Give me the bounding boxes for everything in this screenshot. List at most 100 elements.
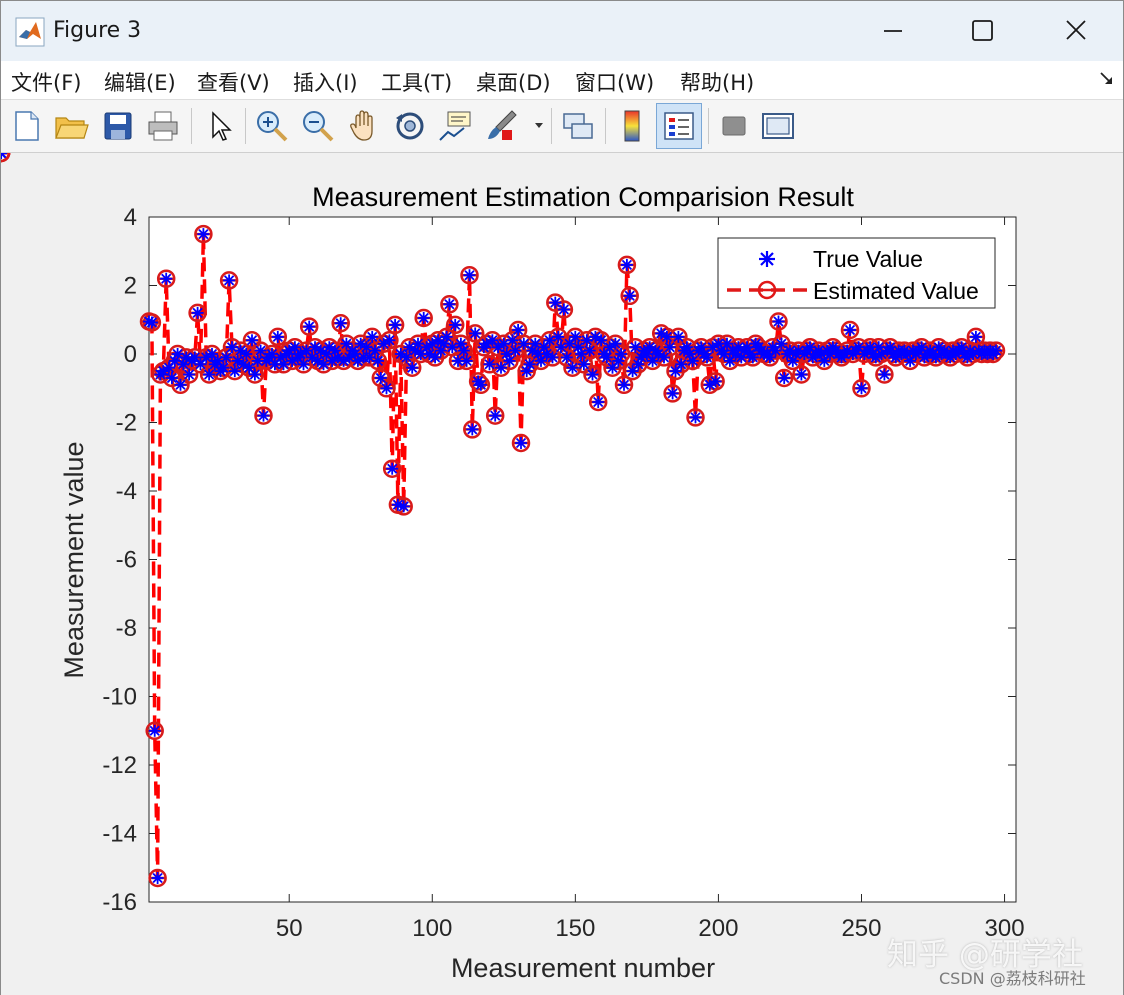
true-point xyxy=(483,358,496,371)
true-point xyxy=(552,330,565,343)
true-point xyxy=(440,330,453,343)
toolbar-separator xyxy=(191,108,192,144)
true-point xyxy=(197,228,210,241)
menu-help[interactable]: 帮助(H) xyxy=(680,67,754,97)
true-point xyxy=(592,396,605,408)
true-point xyxy=(389,318,402,331)
true-point xyxy=(512,324,525,336)
true-point xyxy=(380,382,393,395)
true-point xyxy=(228,365,241,378)
true-point xyxy=(217,361,230,374)
menu-edit[interactable]: 编辑(E) xyxy=(104,67,176,97)
true-point xyxy=(878,368,891,381)
link-plot-icon[interactable] xyxy=(558,106,598,146)
true-point xyxy=(523,358,536,371)
true-point xyxy=(366,330,379,343)
true-point xyxy=(675,358,688,371)
true-point xyxy=(386,462,399,475)
maximize-icon xyxy=(972,20,993,41)
save-icon[interactable] xyxy=(98,106,138,146)
close-button[interactable] xyxy=(1031,1,1123,61)
y-tick-label: -2 xyxy=(116,410,137,437)
true-point xyxy=(495,361,507,374)
true-point xyxy=(509,344,522,357)
menu-view[interactable]: 查看(V) xyxy=(197,67,270,97)
zoom-out-icon[interactable] xyxy=(298,106,338,146)
true-point xyxy=(506,334,519,347)
true-point xyxy=(257,409,270,422)
new-figure-icon[interactable] xyxy=(7,106,47,146)
true-point xyxy=(775,337,788,350)
true-point xyxy=(569,330,582,343)
x-tick-label: 100 xyxy=(412,915,452,942)
open-file-icon[interactable] xyxy=(51,106,91,146)
true-point xyxy=(406,361,419,374)
x-tick-label: 150 xyxy=(555,915,595,942)
maximize-button[interactable] xyxy=(939,1,1031,61)
toolbar-separator xyxy=(245,108,246,144)
chart[interactable]: 420-2-4-6-8-10-12-14-1650 100 150 200 250 300… xyxy=(1,153,1123,995)
zoom-in-icon[interactable] xyxy=(252,106,292,146)
true-point xyxy=(369,344,381,357)
menu-file[interactable]: 文件(F) xyxy=(11,67,81,97)
true-point xyxy=(160,272,173,285)
true-point xyxy=(145,316,158,329)
legend[interactable]: True Value Estimated Value xyxy=(717,237,996,309)
true-point xyxy=(334,317,347,330)
figure-window: Figure 3 文件(F) 编辑(E) 查看(V) 插入(I) 工具(T) 桌… xyxy=(0,0,1124,995)
true-point xyxy=(374,372,387,384)
title-bar[interactable]: Figure 3 xyxy=(1,1,1123,61)
true-point xyxy=(220,351,233,364)
true-point xyxy=(689,411,702,424)
select-arrow-icon[interactable] xyxy=(200,106,240,146)
pan-hand-icon[interactable] xyxy=(344,106,384,146)
brush-dropdown-icon[interactable] xyxy=(533,121,545,131)
dock-figure-icon[interactable] xyxy=(1099,71,1115,87)
true-point xyxy=(397,500,410,513)
true-point xyxy=(151,872,164,884)
true-point xyxy=(660,330,673,343)
true-point xyxy=(303,320,316,333)
true-point xyxy=(772,315,785,328)
legend-true-label: True Value xyxy=(813,246,923,272)
true-point xyxy=(297,358,310,371)
x-tick-label: 50 xyxy=(276,915,303,942)
true-point xyxy=(577,358,590,371)
true-point xyxy=(400,351,413,364)
matlab-logo-icon xyxy=(15,17,45,47)
brush-icon[interactable] xyxy=(482,106,522,146)
true-point xyxy=(795,368,808,381)
true-point xyxy=(844,324,856,336)
plot-area[interactable] xyxy=(148,216,1017,903)
figure-area: 4 2 0 -2 -4 -6 -8 -10 -12 -14 -16 50 100 150 200 250 300… xyxy=(1,153,1123,995)
rotate-3d-icon[interactable] xyxy=(390,106,430,146)
true-point xyxy=(240,348,253,360)
true-point xyxy=(474,378,487,391)
legend-icon[interactable] xyxy=(659,106,699,146)
legend-true-symbol xyxy=(759,251,775,267)
menu-insert[interactable]: 插入(I) xyxy=(293,67,358,97)
true-point xyxy=(223,274,236,287)
true-point xyxy=(566,361,579,374)
y-tick-label: 0 xyxy=(124,341,137,368)
colorbar-icon[interactable] xyxy=(613,106,653,146)
menu-window[interactable]: 窗口(W) xyxy=(575,67,654,97)
print-icon[interactable] xyxy=(143,106,183,146)
data-cursor-icon[interactable] xyxy=(436,106,476,146)
true-point xyxy=(417,312,430,324)
y-tick-label: 4 xyxy=(124,204,137,231)
true-point xyxy=(443,298,456,311)
true-point xyxy=(778,372,791,384)
show-plot-tools-icon[interactable] xyxy=(758,106,798,146)
true-point xyxy=(165,372,178,384)
menu-desktop[interactable]: 桌面(D) xyxy=(476,67,551,97)
true-point xyxy=(174,378,187,391)
y-tick-label: -14 xyxy=(102,821,137,848)
true-point xyxy=(623,289,636,302)
hide-plot-tools-icon[interactable] xyxy=(714,106,754,146)
menu-tools[interactable]: 工具(T) xyxy=(381,67,452,97)
true-point xyxy=(191,306,204,319)
minimize-button[interactable] xyxy=(847,1,939,61)
true-point xyxy=(469,327,482,340)
watermark-csdn: CSDN @荔枝科研社 xyxy=(939,969,1086,988)
